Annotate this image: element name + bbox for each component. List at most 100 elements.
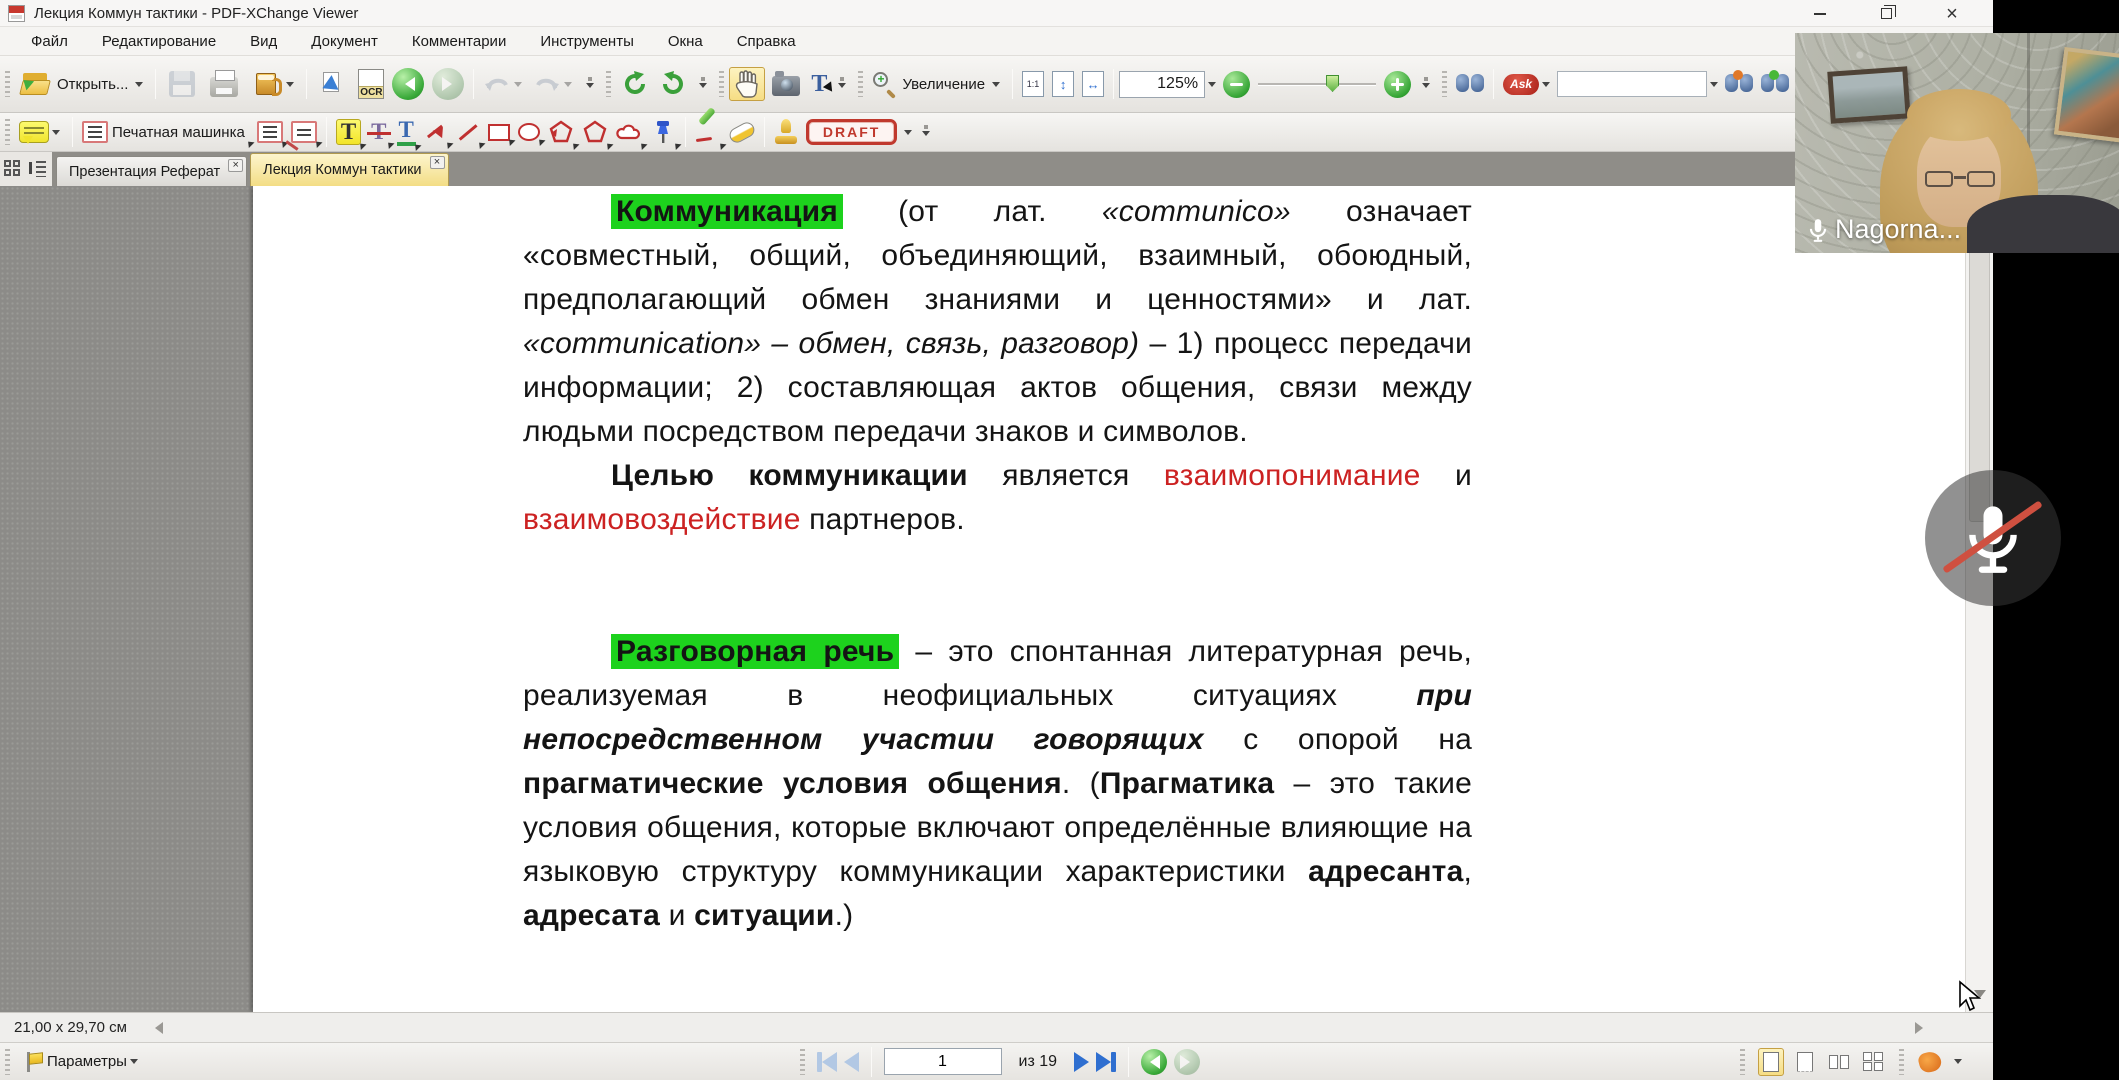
nav-grip[interactable] <box>800 1049 805 1075</box>
export-dropdown-icon[interactable] <box>286 82 294 91</box>
undo-button[interactable] <box>479 70 529 98</box>
history-forward-button[interactable] <box>1174 1049 1200 1075</box>
fit-width-button[interactable]: ↔ <box>1078 69 1108 99</box>
pin-tool-button[interactable] <box>646 117 680 147</box>
pencil-tool-button[interactable] <box>691 117 725 147</box>
draft-stamp-button[interactable]: DRAFT <box>802 117 901 147</box>
layout-grip[interactable] <box>1740 1049 1745 1075</box>
ask-button[interactable]: Ask <box>1499 72 1557 97</box>
menu-item-Редактирование[interactable]: Редактирование <box>85 29 233 54</box>
polygon-tool-button[interactable] <box>578 117 612 147</box>
select-text-button[interactable]: T <box>807 71 831 97</box>
document-tab[interactable]: Лекция Коммун тактики× <box>250 153 448 186</box>
callout-button[interactable] <box>287 119 321 145</box>
statusbar-grip[interactable] <box>5 1049 10 1075</box>
find-previous-button[interactable] <box>1721 72 1757 96</box>
rotate-cw-button[interactable] <box>654 67 692 101</box>
microphone-muted-button[interactable] <box>1925 470 2061 606</box>
toolbar-grip[interactable] <box>719 71 724 97</box>
next-page-button[interactable] <box>1074 1052 1089 1072</box>
zoom-tool-dropdown-icon[interactable] <box>992 82 1000 91</box>
continuous-layout-button[interactable] <box>1792 1048 1818 1076</box>
line-tool-button[interactable] <box>452 118 484 146</box>
ocr-button[interactable]: OCR <box>354 67 388 101</box>
stamp-tool-button[interactable] <box>770 117 802 147</box>
oval-tool-button[interactable] <box>514 121 544 143</box>
arrow-tool-button[interactable] <box>420 118 452 146</box>
undo-dropdown-icon[interactable] <box>514 82 522 91</box>
open-dropdown-icon[interactable] <box>135 82 143 91</box>
highlight-text-button[interactable]: T <box>332 117 365 147</box>
go-forward-button[interactable] <box>428 66 468 102</box>
send-mail-button[interactable] <box>312 65 354 103</box>
search-button[interactable] <box>1452 72 1488 96</box>
layout-dropdown-icon[interactable] <box>1954 1059 1962 1068</box>
toolbar-grip[interactable] <box>5 119 10 145</box>
toolbar-overflow-button[interactable] <box>919 125 933 140</box>
toolbar-grip[interactable] <box>858 71 863 97</box>
stamp-dropdown-icon[interactable] <box>904 130 912 139</box>
zoom-tool-button[interactable]: + Увеличение <box>868 69 1007 99</box>
find-next-button[interactable] <box>1757 72 1793 96</box>
ask-dropdown-icon[interactable] <box>1542 82 1550 91</box>
menu-item-Комментарии[interactable]: Комментарии <box>395 29 523 54</box>
export-button[interactable] <box>245 65 301 103</box>
restore-button[interactable] <box>1863 0 1909 27</box>
sticky-note-button[interactable] <box>15 119 67 145</box>
single-page-layout-button[interactable] <box>1758 1048 1784 1076</box>
underline-text-button[interactable]: T <box>393 116 420 148</box>
tab-close-icon[interactable]: × <box>430 156 445 169</box>
previous-page-button[interactable] <box>844 1052 859 1072</box>
save-button[interactable] <box>161 65 203 103</box>
options-dropdown-icon[interactable] <box>130 1059 138 1068</box>
menu-item-Вид[interactable]: Вид <box>233 29 294 54</box>
last-page-button[interactable] <box>1096 1052 1116 1072</box>
history-back-button[interactable] <box>1141 1049 1167 1075</box>
tab-list-icon[interactable] <box>28 160 48 178</box>
webcam-video-tile[interactable]: Nagorna... <box>1795 33 2119 253</box>
polyline-tool-button[interactable] <box>544 117 578 147</box>
cloud-tool-button[interactable] <box>612 117 646 147</box>
scroll-left-icon[interactable] <box>149 1022 163 1034</box>
toolbar-grip[interactable] <box>1442 71 1447 97</box>
pdf-page[interactable]: Коммуникация (от лат. «communico» означа… <box>253 186 1965 1012</box>
rotate-ccw-button[interactable] <box>616 67 654 101</box>
two-page-continuous-layout-button[interactable] <box>1860 1048 1886 1076</box>
two-page-layout-button[interactable] <box>1826 1048 1852 1076</box>
menu-item-Документ[interactable]: Документ <box>294 29 395 54</box>
fit-page-button[interactable]: ↕ <box>1048 69 1078 99</box>
pan-zoom-tool-button[interactable] <box>1917 1048 1943 1076</box>
text-box-button[interactable] <box>253 119 287 145</box>
menu-item-Справка[interactable]: Справка <box>720 29 813 54</box>
toolbar-grip[interactable] <box>5 71 10 97</box>
toolbar-overflow-button[interactable] <box>835 77 849 92</box>
toolbar-overflow-button[interactable] <box>1419 77 1433 92</box>
minimize-button[interactable] <box>1797 0 1843 27</box>
tile-windows-icon[interactable] <box>4 160 22 178</box>
zoom-in-button[interactable] <box>1380 69 1415 100</box>
search-dropdown-icon[interactable] <box>1710 82 1718 91</box>
menu-item-Инструменты[interactable]: Инструменты <box>523 29 651 54</box>
go-back-button[interactable] <box>388 66 428 102</box>
snapshot-button[interactable] <box>765 65 807 103</box>
zoom-slider[interactable] <box>1258 71 1376 97</box>
toolbar-overflow-button[interactable] <box>583 77 597 92</box>
strikeout-text-button[interactable]: T <box>365 118 392 146</box>
open-button[interactable]: Открыть... <box>15 65 150 103</box>
zoom-out-button[interactable] <box>1219 69 1254 100</box>
tab-close-icon[interactable]: × <box>228 159 243 172</box>
typewriter-button[interactable]: Печатная машинка <box>78 119 253 145</box>
first-page-button[interactable] <box>817 1052 837 1072</box>
rectangle-tool-button[interactable] <box>484 122 514 143</box>
menu-item-Окна[interactable]: Окна <box>651 29 720 54</box>
zoom-level-dropdown-icon[interactable] <box>1208 82 1216 91</box>
menu-item-Файл[interactable]: Файл <box>14 29 85 54</box>
close-button[interactable]: × <box>1929 0 1975 27</box>
document-tab[interactable]: Презентация Реферат× <box>56 156 247 186</box>
hand-tool-button[interactable] <box>729 67 765 101</box>
scroll-right-icon[interactable] <box>1915 1022 1929 1034</box>
redo-dropdown-icon[interactable] <box>564 82 572 91</box>
toolbar-grip[interactable] <box>606 71 611 97</box>
eraser-tool-button[interactable] <box>725 123 759 142</box>
page-number-input[interactable] <box>884 1048 1002 1075</box>
